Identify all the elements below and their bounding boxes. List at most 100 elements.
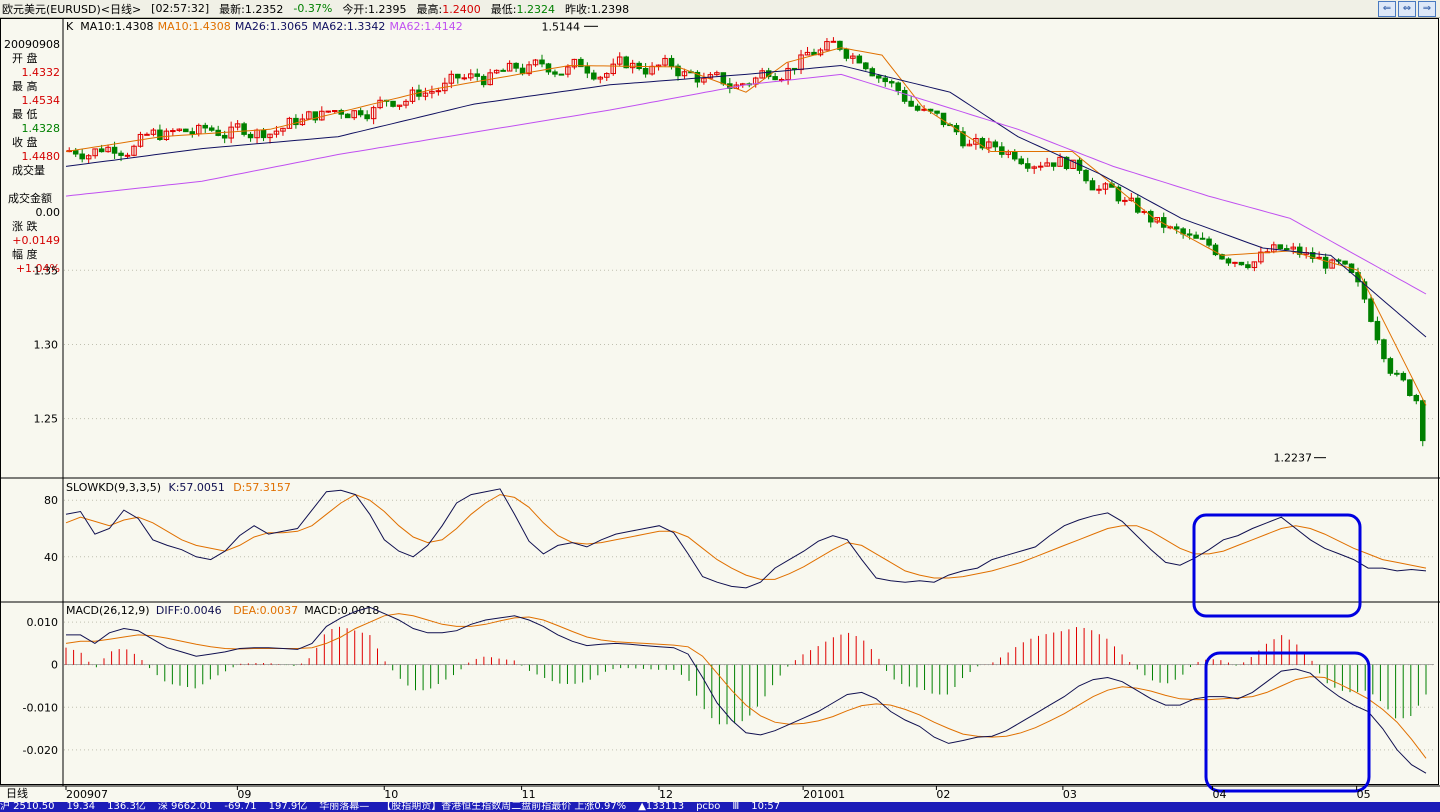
candle-body — [390, 100, 396, 107]
candle-body — [461, 77, 468, 80]
candle-53 — [409, 86, 416, 104]
candle-111 — [785, 62, 791, 85]
instrument-title: 欧元美元(EURUSD)<日线> — [2, 2, 142, 16]
legend-1-2: D:57.3157 — [233, 481, 291, 494]
candle-92 — [662, 54, 668, 68]
legend-0-0: K — [66, 20, 74, 33]
legend-0-5: MA62:1.4142 — [390, 20, 463, 33]
candle-83 — [603, 72, 610, 81]
candle-body — [1096, 188, 1102, 191]
candle-body — [772, 76, 778, 81]
candle-43 — [344, 113, 351, 119]
y-tick-label-0-1: 1.30 — [34, 338, 59, 351]
candle-23 — [215, 125, 221, 137]
candle-body — [1387, 358, 1394, 374]
status-item-9: pcbo — [696, 802, 721, 812]
candle-62 — [467, 69, 474, 81]
candle-body — [325, 110, 332, 113]
legend-0-4: MA62:1.3342 — [312, 20, 385, 33]
macd-diff-line — [66, 606, 1427, 774]
status-item-10: Ⅲ — [732, 802, 740, 812]
candle-body — [1413, 394, 1420, 402]
candle-100 — [714, 70, 720, 77]
legend-0-1: MA10:1.4308 — [80, 20, 153, 33]
x-tick-label-0: 200907 — [66, 788, 108, 801]
candle-body — [79, 153, 85, 160]
legend-1-0: SLOWKD(9,3,3,5) — [66, 481, 161, 494]
candle-139 — [966, 139, 973, 147]
candle-121 — [850, 52, 856, 64]
candle-body — [934, 110, 940, 114]
candle-45 — [357, 107, 364, 118]
candle-body — [908, 100, 914, 107]
candle-35 — [293, 114, 299, 129]
candle-body — [875, 75, 882, 79]
scroll-right-icon[interactable]: ⇒ — [1418, 1, 1436, 17]
candle-body — [999, 146, 1005, 155]
candle-158 — [1089, 177, 1096, 191]
status-item-8: ▲133113 — [638, 802, 685, 812]
candle-body — [1368, 298, 1374, 322]
max-price-annotation: 1.5144 — [542, 20, 581, 33]
y-tick-label-1-0: 80 — [44, 494, 58, 507]
candle-body — [1400, 372, 1407, 381]
candle-body — [98, 148, 105, 153]
candle-body — [1050, 162, 1057, 167]
candle-body — [584, 66, 591, 74]
candle-body — [1283, 248, 1290, 251]
candle-body — [344, 113, 351, 119]
candle-202 — [1374, 316, 1381, 344]
candle-21 — [202, 122, 209, 133]
candle-3 — [85, 154, 92, 164]
legend-2-0: MACD(26,12,9) — [66, 604, 150, 617]
candle-63 — [474, 68, 481, 81]
candle-82 — [597, 75, 604, 84]
candle-209 — [1419, 399, 1426, 447]
candle-143 — [992, 139, 999, 152]
change-percent: -0.37% — [293, 2, 333, 15]
macd-highlight-box — [1204, 651, 1371, 793]
candle-183 — [1251, 261, 1258, 272]
status-bar: 沪 2510.50 19.34 136.3亿 深 9662.01 -69.71 197.9… — [0, 802, 1440, 812]
x-tick-label-1: 09 — [237, 788, 251, 801]
status-item-11: 10:57 — [751, 802, 781, 812]
candle-84 — [610, 58, 617, 76]
chart-area[interactable]: K MA10:1.4308 MA10:1.4308 MA26:1.3065 MA62:1… — [0, 18, 1440, 802]
candle-127 — [888, 79, 895, 88]
open-label: 今开: — [342, 2, 369, 16]
candle-2 — [79, 148, 85, 163]
candle-body — [668, 57, 675, 67]
y-tick-label-0-2: 1.25 — [34, 413, 59, 426]
scroll-left-icon[interactable]: ⇐ — [1378, 1, 1396, 17]
x-tick-label-4: 12 — [659, 788, 673, 801]
candle-108 — [765, 67, 772, 80]
candle-120 — [843, 47, 850, 62]
candle-177 — [1212, 242, 1219, 257]
candle-15 — [163, 128, 170, 141]
candle-body — [1089, 180, 1096, 191]
status-item-3: 深 9662.01 — [157, 802, 213, 812]
candle-body — [247, 133, 254, 139]
candle-179 — [1225, 257, 1232, 266]
candle-124 — [869, 66, 876, 77]
candle-98 — [701, 72, 707, 85]
candle-body — [144, 133, 150, 136]
candle-89 — [642, 63, 649, 78]
candle-13 — [150, 127, 157, 137]
candle-163 — [1122, 196, 1128, 206]
legend-0-2: MA10:1.4308 — [158, 20, 231, 33]
candle-body — [940, 112, 947, 126]
candle-194 — [1322, 253, 1329, 274]
status-item-7: 【股指期货】香港恒生指数周二盘前指最价 上涨0.97% — [381, 802, 627, 812]
candle-body — [888, 81, 895, 84]
zoom-icon[interactable]: ⇔ — [1398, 1, 1416, 17]
low-price: 1.2324 — [516, 2, 555, 16]
candle-114 — [804, 46, 811, 56]
candle-16 — [170, 128, 176, 136]
candle-85 — [616, 52, 623, 67]
y-tick-label-0-0: 1.35 — [34, 264, 59, 277]
candle-123 — [863, 62, 869, 71]
candle-56 — [429, 85, 435, 99]
candle-body — [170, 130, 176, 133]
candle-90 — [649, 62, 655, 76]
